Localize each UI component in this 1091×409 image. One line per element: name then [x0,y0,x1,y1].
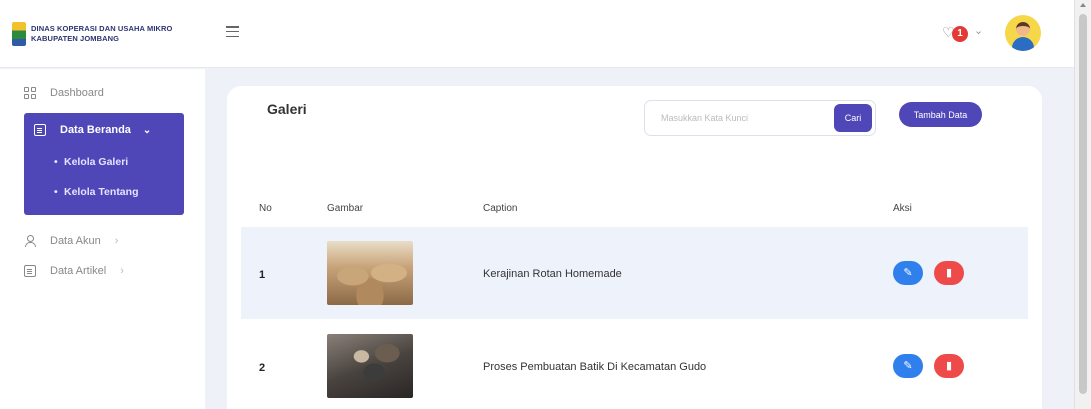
top-navbar: DINAS KOPERASI DAN USAHA MIKRO KABUPATEN… [0,0,1074,68]
row-caption: Kerajinan Rotan Homemade [483,268,622,280]
edit-button[interactable]: ✎ [893,354,923,378]
sidebar-item-label: Data Akun [50,235,101,247]
sidebar-item-label: Data Beranda [60,124,131,136]
sidebar-item-data-akun[interactable]: Data Akun › [24,235,118,247]
notification-badge[interactable]: 1 [952,26,968,42]
column-header-no: No [259,203,272,214]
gallery-thumbnail [327,241,413,305]
scrollbar-thumb[interactable] [1079,14,1087,394]
column-header-caption: Caption [483,203,518,214]
chevron-down-icon[interactable]: ⌄ [974,24,983,37]
page-scrollbar[interactable] [1074,0,1091,409]
gallery-thumbnail [327,334,413,398]
pencil-icon: ✎ [903,360,913,372]
search-box: Cari [644,100,876,136]
row-number: 2 [259,362,266,374]
user-icon [24,235,36,247]
add-data-button[interactable]: Tambah Data [899,102,982,127]
gallery-card: Galeri Cari Tambah Data No Gambar Captio… [227,86,1042,409]
page-title: Galeri [267,101,307,117]
scroll-up-arrow-icon[interactable] [1080,3,1086,7]
logo-line-1: DINAS KOPERASI DAN USAHA MIKRO [31,24,173,33]
search-input[interactable] [645,101,833,135]
sidebar-subitem-kelola-tentang[interactable]: Kelola Tentang [54,186,139,198]
sidebar-item-label: Data Artikel [50,265,107,277]
trash-icon: ▮ [945,267,953,279]
sidebar-item-dashboard[interactable]: Dashboard [24,87,104,99]
sidebar-group-data-beranda: Data Beranda ⌄ Kelola Galeri Kelola Tent… [24,113,184,215]
search-button[interactable]: Cari [834,104,872,132]
pencil-icon: ✎ [903,267,913,279]
trash-icon: ▮ [945,360,953,372]
sidebar-item-data-beranda[interactable]: Data Beranda ⌄ [34,124,151,136]
logo-line-2: KABUPATEN JOMBANG [31,34,120,43]
chevron-down-icon: ⌄ [142,124,152,136]
sidebar-item-label: Dashboard [50,87,104,99]
table-row: 1 Kerajinan Rotan Homemade ✎ ▮ [241,227,1028,319]
document-icon [24,265,36,277]
regency-emblem-icon [12,22,26,46]
sidebar-item-data-artikel[interactable]: Data Artikel › [24,265,124,277]
edit-button[interactable]: ✎ [893,261,923,285]
column-header-gambar: Gambar [327,203,364,214]
chevron-right-icon: › [114,235,119,247]
avatar[interactable] [1005,15,1041,51]
table-row: 2 Proses Pembuatan Batik Di Kecamatan Gu… [241,319,1028,409]
document-icon [34,124,46,136]
row-number: 1 [259,269,266,281]
delete-button[interactable]: ▮ [934,261,964,285]
chevron-right-icon: › [120,265,124,277]
sidebar-subitem-kelola-galeri[interactable]: Kelola Galeri [54,156,128,168]
brand-logo[interactable]: DINAS KOPERASI DAN USAHA MIKRO KABUPATEN… [12,22,172,46]
delete-button[interactable]: ▮ [934,354,964,378]
dashboard-icon [24,87,36,99]
column-header-aksi: Aksi [893,203,912,214]
hamburger-icon[interactable] [226,26,239,37]
row-caption: Proses Pembuatan Batik Di Kecamatan Gudo [483,361,707,373]
